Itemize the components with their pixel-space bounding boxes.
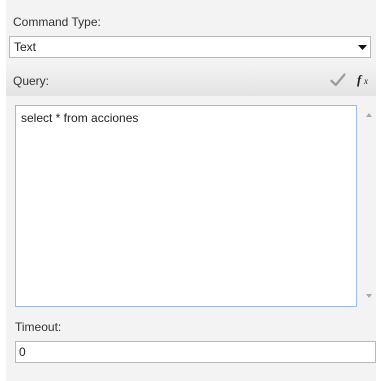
timeout-label: Timeout:	[15, 320, 62, 334]
checkmark-icon[interactable]	[329, 72, 347, 88]
svg-text:x: x	[363, 76, 368, 86]
fx-icon[interactable]: f x	[356, 72, 374, 88]
query-scrollbar[interactable]	[362, 105, 376, 307]
query-text: select * from acciones	[21, 111, 139, 125]
svg-text:f: f	[357, 72, 363, 87]
scroll-up-icon	[366, 113, 372, 117]
timeout-value: 0	[19, 345, 26, 359]
query-editor[interactable]: select * from acciones	[15, 105, 357, 307]
query-label: Query:	[13, 74, 50, 88]
query-toolbar: Query: f x	[6, 62, 376, 96]
chevron-down-icon[interactable]	[354, 37, 370, 57]
scroll-down-icon	[366, 294, 372, 298]
timeout-input[interactable]: 0	[15, 341, 376, 363]
command-type-value: Text	[14, 40, 37, 54]
command-type-label: Command Type:	[13, 15, 101, 29]
command-type-select[interactable]: Text	[9, 36, 371, 58]
